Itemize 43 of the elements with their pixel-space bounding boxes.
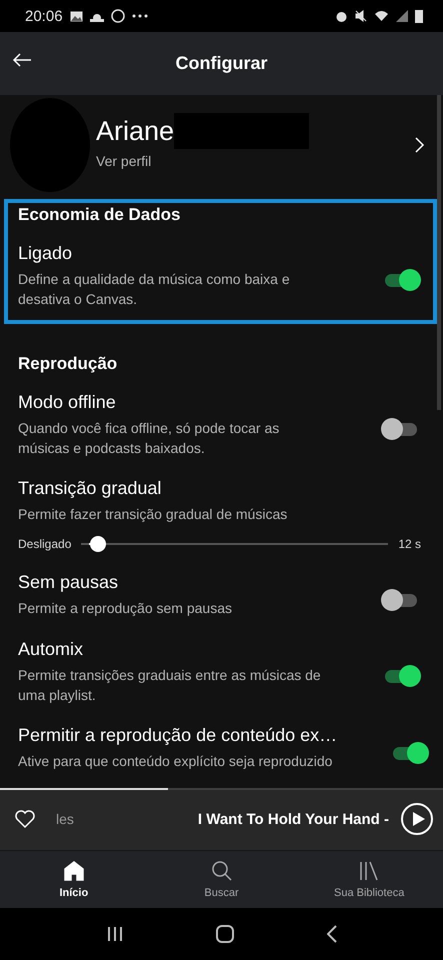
setting-description: Ative para que conteúdo explícito seja reproduzido (18, 752, 334, 772)
setting-label: Permitir a reprodução de conteúdo ex… (18, 725, 338, 746)
setting-label: Ligado (18, 243, 74, 264)
status-time: 20:06 (25, 8, 63, 24)
setting-description: Define a qualidade da música como baixa e desativa o Canvas. (18, 270, 291, 310)
profile-name: Ariane (96, 116, 174, 146)
track-artist: les (56, 811, 74, 827)
setting-description: Quando você fica offline, só pode tocar as músicas e podcasts baixados. (18, 418, 280, 458)
setting-label: Automix (18, 638, 84, 660)
image-icon (70, 10, 83, 22)
nav-tab[interactable]: Início (0, 851, 148, 908)
library-icon (358, 860, 380, 882)
setting-description: Permite transições graduais entre as músicas de uma playlist. (18, 666, 322, 706)
slider-thumb[interactable] (90, 536, 106, 552)
chevron-right-icon[interactable] (415, 137, 425, 153)
section-title: Economia de Dados (18, 205, 182, 225)
search-icon (210, 860, 232, 882)
home-icon (62, 860, 85, 882)
setting-label: Transição gradual (18, 478, 162, 500)
play-button[interactable] (401, 803, 433, 835)
more-icon (132, 14, 148, 18)
home-button-icon[interactable] (214, 923, 236, 945)
nav-tab[interactable]: Sua Biblioteca (295, 851, 443, 908)
setting-description: Permite fazer transição gradual de músicas (18, 505, 288, 524)
nav-tab[interactable]: Buscar (148, 851, 296, 908)
back-icon[interactable] (324, 923, 338, 945)
signal-icon (396, 10, 408, 22)
track-title: I Want To Hold Your Hand - (198, 810, 389, 828)
heart-icon[interactable] (14, 809, 36, 829)
section-title: Reprodução (18, 354, 118, 374)
page-title: Configurar (176, 53, 268, 74)
setting-description: Permite a reprodução sem pausas (18, 599, 233, 618)
mute-icon (355, 10, 367, 22)
setting-label: Modo offline (18, 392, 117, 413)
play-icon (412, 812, 424, 826)
alarm-icon (335, 10, 348, 22)
setting-label: Sem pausas (18, 572, 120, 594)
battery-icon (415, 9, 423, 23)
slider-max-label: 12 s (398, 537, 421, 552)
wifi-icon (374, 10, 389, 22)
chat-icon (110, 9, 125, 23)
view-profile-link[interactable]: Ver perfil (96, 153, 409, 169)
slider-min-label: Desligado (18, 537, 72, 552)
